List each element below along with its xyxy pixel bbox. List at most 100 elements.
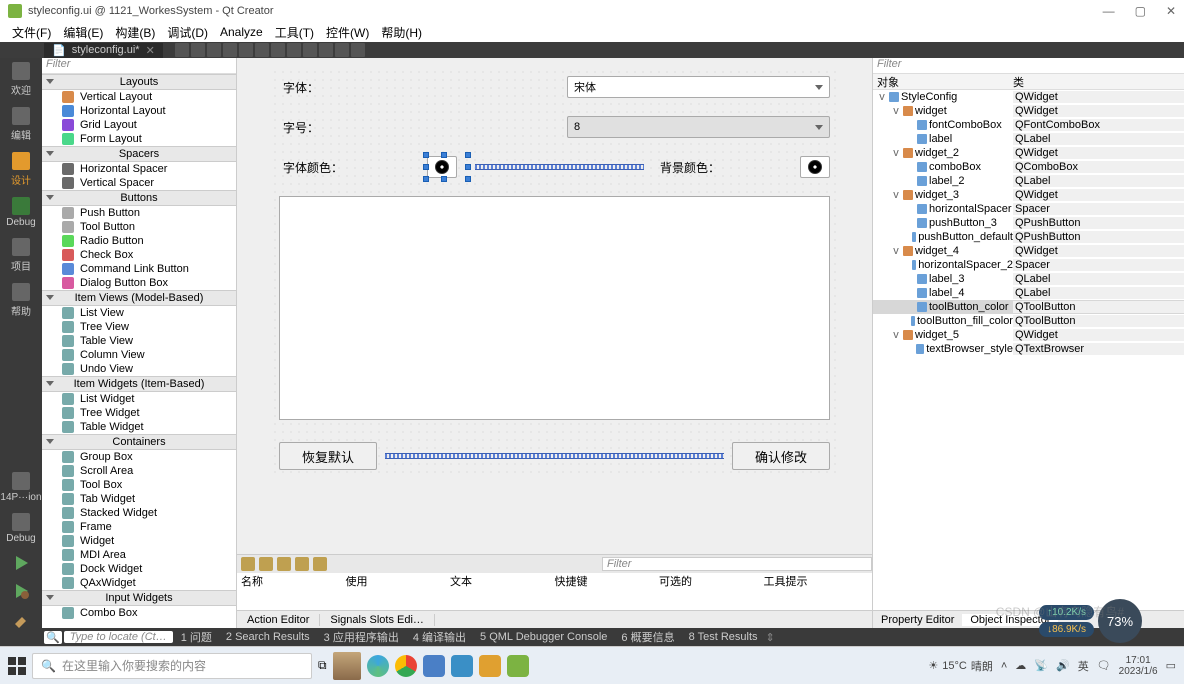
widget-category[interactable]: Input Widgets	[42, 590, 236, 606]
menu-debug[interactable]: 调试(D)	[163, 24, 212, 41]
object-row[interactable]: vwidget_5QWidget	[873, 328, 1184, 342]
widget-item[interactable]: Stacked Widget	[42, 506, 236, 520]
rail-build[interactable]	[12, 610, 30, 628]
widget-item[interactable]: Tree View	[42, 320, 236, 334]
widget-item[interactable]: Table Widget	[42, 420, 236, 434]
tab-property-editor[interactable]: Property Editor	[873, 614, 962, 626]
widget-category[interactable]: Item Widgets (Item-Based)	[42, 376, 236, 392]
tree-toggle-icon[interactable]: v	[891, 189, 901, 201]
col-object[interactable]: 对象	[873, 74, 1013, 89]
object-row[interactable]: vwidgetQWidget	[873, 104, 1184, 118]
object-row[interactable]: labelQLabel	[873, 132, 1184, 146]
widget-item[interactable]: Check Box	[42, 248, 236, 262]
rail-run-debug[interactable]	[12, 582, 30, 600]
widget-item[interactable]: Vertical Spacer	[42, 176, 236, 190]
widget-item[interactable]: Tool Button	[42, 220, 236, 234]
status-compile[interactable]: 4 编译输出	[407, 629, 472, 645]
menu-widgets[interactable]: 控件(W)	[322, 24, 373, 41]
size-combo[interactable]: 8	[567, 116, 830, 138]
maximize-icon[interactable]: ▢	[1135, 4, 1146, 18]
col-shortcut[interactable]: 快捷键	[555, 573, 660, 591]
col-name[interactable]: 名称	[241, 573, 346, 591]
file-tab[interactable]: 📄 styleconfig.ui* ✕	[44, 43, 163, 58]
tool-icon[interactable]	[351, 43, 365, 57]
widget-item[interactable]: Dock Widget	[42, 562, 236, 576]
ae-icon[interactable]	[295, 557, 309, 571]
widget-category[interactable]: Spacers	[42, 146, 236, 162]
widget-item[interactable]: Tree Widget	[42, 406, 236, 420]
ae-icon[interactable]	[277, 557, 291, 571]
object-row[interactable]: label_2QLabel	[873, 174, 1184, 188]
widget-item[interactable]: Scroll Area	[42, 464, 236, 478]
minimize-icon[interactable]: —	[1103, 4, 1115, 18]
menu-build[interactable]: 构建(B)	[111, 24, 159, 41]
widget-item[interactable]: Push Button	[42, 206, 236, 220]
object-row[interactable]: vwidget_4QWidget	[873, 244, 1184, 258]
col-tooltip[interactable]: 工具提示	[764, 573, 869, 591]
tool-icon[interactable]	[335, 43, 349, 57]
tree-toggle-icon[interactable]: v	[891, 329, 901, 341]
rail-target[interactable]: Debug	[6, 513, 35, 544]
search-icon[interactable]: 🔍	[44, 631, 62, 644]
color-button-selected[interactable]	[427, 156, 467, 178]
tree-toggle-icon[interactable]: v	[877, 91, 887, 103]
widget-filter[interactable]: Filter	[42, 58, 236, 74]
ae-icon[interactable]	[241, 557, 255, 571]
widget-category[interactable]: Item Views (Model-Based)	[42, 290, 236, 306]
tool-icon[interactable]	[319, 43, 333, 57]
object-row[interactable]: horizontalSpacerSpacer	[873, 202, 1184, 216]
status-summary[interactable]: 6 概要信息	[615, 629, 680, 645]
object-row[interactable]: pushButton_defaultQPushButton	[873, 230, 1184, 244]
design-canvas[interactable]: 字体： 宋体 字号： 8 字体颜色： 背景颜色：	[237, 58, 872, 554]
widget-item[interactable]: Vertical Layout	[42, 90, 236, 104]
object-row[interactable]: toolButton_colorQToolButton	[873, 300, 1184, 314]
widget-item[interactable]: Widget	[42, 534, 236, 548]
widget-item[interactable]: List View	[42, 306, 236, 320]
tab-action-editor[interactable]: Action Editor	[237, 614, 320, 626]
object-row[interactable]: label_4QLabel	[873, 286, 1184, 300]
status-issues[interactable]: 1 问题	[175, 629, 218, 645]
col-class[interactable]: 类	[1013, 74, 1024, 89]
widget-item[interactable]: Tool Box	[42, 478, 236, 492]
tool-icon[interactable]	[271, 43, 285, 57]
rail-edit[interactable]: 编辑	[11, 107, 31, 142]
restore-default-button[interactable]: 恢复默认	[279, 442, 377, 470]
widget-category[interactable]: Containers	[42, 434, 236, 450]
widget-item[interactable]: QAxWidget	[42, 576, 236, 590]
menu-help[interactable]: 帮助(H)	[377, 24, 426, 41]
widget-item[interactable]: Command Link Button	[42, 262, 236, 276]
widget-item[interactable]: Tab Widget	[42, 492, 236, 506]
tab-signals-slots[interactable]: Signals Slots Edi…	[320, 614, 435, 626]
widget-item[interactable]: Combo Box	[42, 606, 236, 620]
rail-project[interactable]: 项目	[11, 238, 31, 273]
rail-kit[interactable]: 14P···ion	[0, 472, 41, 503]
widget-item[interactable]: Horizontal Layout	[42, 104, 236, 118]
object-row[interactable]: textBrowser_styleQTextBrowser	[873, 342, 1184, 356]
widget-item[interactable]: Radio Button	[42, 234, 236, 248]
status-qml[interactable]: 5 QML Debugger Console	[474, 631, 613, 643]
locator-input[interactable]: Type to locate (Ct…	[64, 631, 173, 643]
object-row[interactable]: horizontalSpacer_2Spacer	[873, 258, 1184, 272]
menu-file[interactable]: 文件(F)	[8, 24, 55, 41]
rail-welcome[interactable]: 欢迎	[11, 62, 31, 97]
status-appout[interactable]: 3 应用程序输出	[318, 629, 405, 645]
action-filter[interactable]: Filter	[602, 557, 872, 571]
horizontal-spacer[interactable]	[385, 453, 724, 459]
object-row[interactable]: vwidget_3QWidget	[873, 188, 1184, 202]
menu-edit[interactable]: 编辑(E)	[59, 24, 107, 41]
status-tests[interactable]: 8 Test Results	[683, 631, 764, 643]
ae-icon[interactable]	[313, 557, 327, 571]
widget-item[interactable]: Undo View	[42, 362, 236, 376]
close-icon[interactable]: ✕	[1166, 4, 1176, 18]
tree-toggle-icon[interactable]: v	[891, 105, 901, 117]
menu-analyze[interactable]: Analyze	[216, 25, 267, 39]
menu-tools[interactable]: 工具(T)	[271, 24, 318, 41]
tree-toggle-icon[interactable]: v	[891, 147, 901, 159]
tab-close-icon[interactable]: ✕	[146, 44, 155, 57]
text-browser[interactable]	[279, 196, 830, 420]
bg-color-button[interactable]	[800, 156, 830, 178]
status-search[interactable]: 2 Search Results	[220, 631, 316, 643]
widget-item[interactable]: Group Box	[42, 450, 236, 464]
tool-icon[interactable]	[175, 43, 189, 57]
confirm-button[interactable]: 确认修改	[732, 442, 830, 470]
